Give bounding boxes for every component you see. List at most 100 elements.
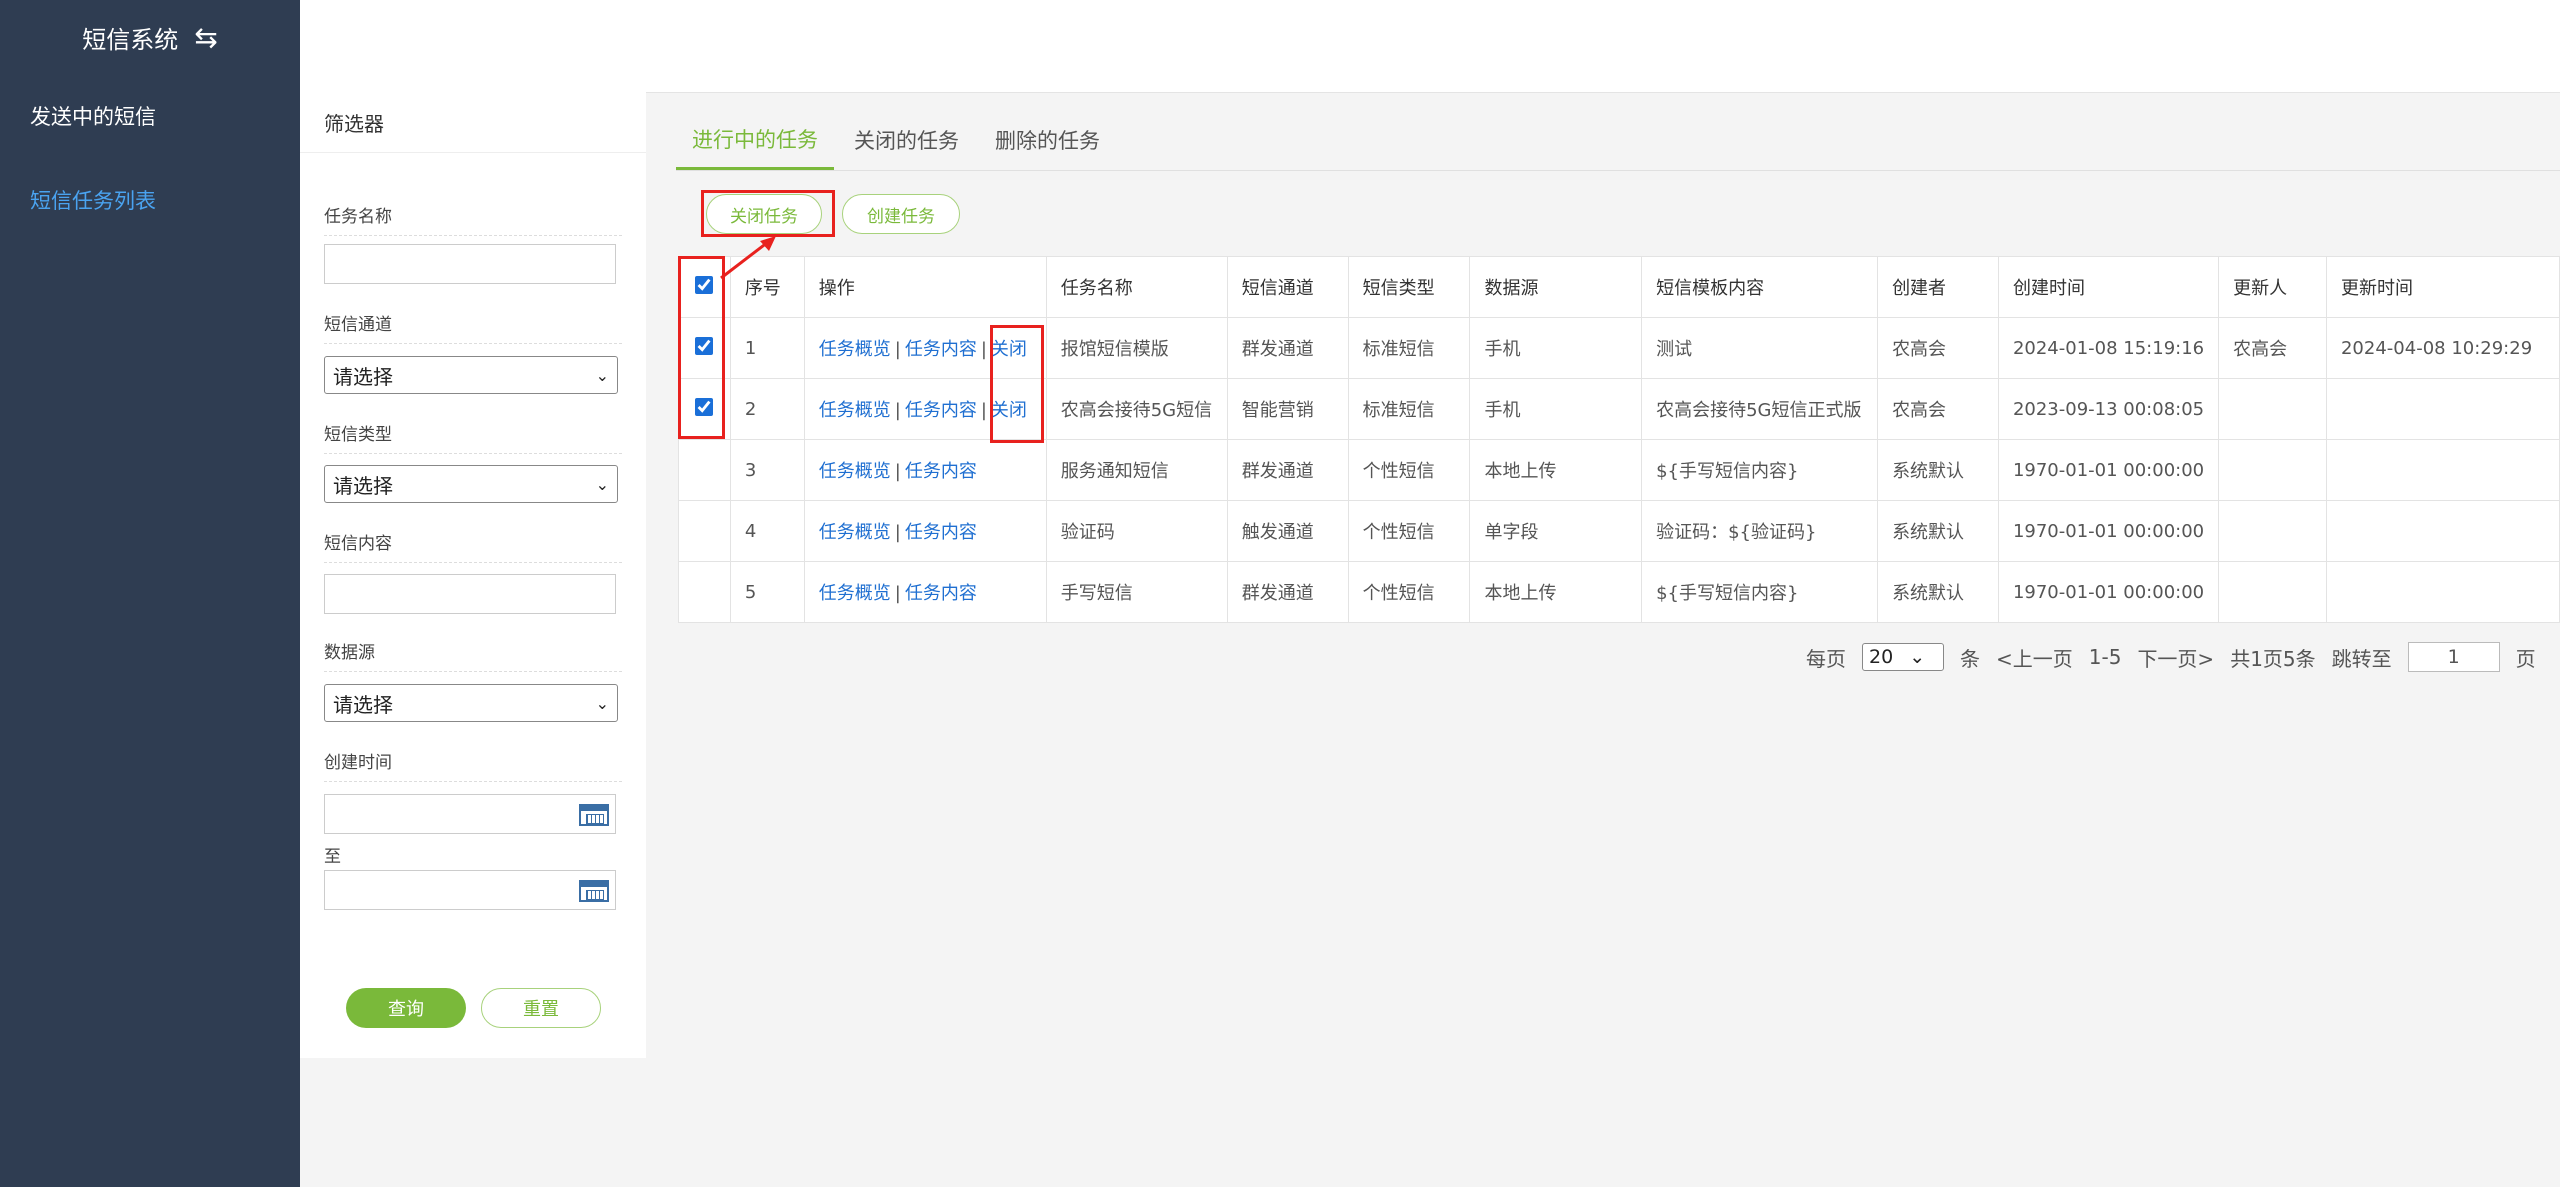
- column-header: 短信类型: [1347, 256, 1471, 318]
- calendar-icon[interactable]: [579, 804, 609, 826]
- source-select-value: 请选择: [333, 692, 393, 717]
- sidebar-item-label: 短信任务列表: [30, 189, 156, 213]
- close-task-button[interactable]: 关闭任务: [706, 194, 822, 234]
- filter-title: 筛选器: [300, 92, 646, 153]
- row-checkbox[interactable]: [695, 397, 714, 416]
- calendar-icon[interactable]: [579, 880, 609, 902]
- cell-name: 手写短信: [1045, 561, 1228, 623]
- source-select[interactable]: 请选择 ⌄: [324, 684, 618, 722]
- task-content-link[interactable]: 任务内容: [905, 400, 977, 421]
- created-end-input[interactable]: [324, 870, 616, 910]
- cell-created: 2024-01-08 15:19:16: [1997, 317, 2220, 379]
- cell-created: 1970-01-01 00:00:00: [1997, 500, 2220, 562]
- cell-channel: 智能营销: [1226, 378, 1349, 440]
- cell-source: 手机: [1469, 378, 1643, 440]
- task-overview-link[interactable]: 任务概览: [819, 522, 891, 543]
- cell-type: 个性短信: [1347, 439, 1471, 501]
- type-select-value: 请选择: [333, 473, 393, 498]
- channel-select-value: 请选择: [333, 364, 393, 389]
- per-page-label: 每页: [1806, 646, 1846, 671]
- query-button[interactable]: 查询: [346, 988, 466, 1028]
- cell-seq: 4: [729, 500, 805, 562]
- row-operations: 任务概览 | 任务内容 | 关闭: [803, 378, 1047, 440]
- per-page-select[interactable]: 20 ⌄: [1862, 643, 1944, 671]
- channel-select[interactable]: 请选择 ⌄: [324, 356, 618, 394]
- create-task-button[interactable]: 创建任务: [842, 194, 960, 234]
- column-header: 短信模板内容: [1641, 256, 1879, 318]
- task-overview-link[interactable]: 任务概览: [819, 339, 891, 360]
- task-name-label: 任务名称: [324, 202, 622, 236]
- cell-created: 1970-01-01 00:00:00: [1997, 561, 2220, 623]
- tab-in-progress[interactable]: 进行中的任务: [676, 110, 834, 170]
- cell-updated: [2325, 439, 2560, 501]
- next-page-link[interactable]: 下一页>: [2137, 643, 2214, 672]
- created-time-label: 创建时间: [324, 748, 622, 782]
- filter-panel: 筛选器 任务名称 短信通道 请选择 ⌄ 短信类型 请选择 ⌄ 短信内容 数据源 …: [300, 92, 646, 1058]
- cell-creator: 农高会: [1877, 317, 1999, 379]
- task-name-input[interactable]: [324, 244, 616, 284]
- separator: |: [894, 583, 901, 604]
- column-header: 更新人: [2218, 256, 2327, 318]
- reset-button[interactable]: 重置: [481, 988, 601, 1028]
- swap-icon[interactable]: ⇆: [194, 21, 217, 54]
- task-content-link[interactable]: 任务内容: [905, 583, 977, 604]
- column-header: 短信通道: [1226, 256, 1349, 318]
- tab-deleted[interactable]: 删除的任务: [979, 110, 1116, 170]
- annotation-arrow: [720, 236, 776, 280]
- cell-type: 标准短信: [1347, 317, 1471, 379]
- task-content-link[interactable]: 任务内容: [905, 339, 977, 360]
- row-select-cell: [678, 500, 731, 562]
- row-operations: 任务概览 | 任务内容: [803, 439, 1047, 501]
- cell-seq: 1: [729, 317, 805, 379]
- cell-created: 1970-01-01 00:00:00: [1997, 439, 2220, 501]
- cell-creator: 农高会: [1877, 378, 1999, 440]
- cell-template: ${手写短信内容}: [1641, 561, 1879, 623]
- row-operations: 任务概览 | 任务内容: [803, 500, 1047, 562]
- table-row: 4 任务概览 | 任务内容 验证码 触发通道 个性短信 单字段 验证码：${验证码} 系统默认 19…: [678, 500, 2560, 562]
- chevron-down-icon: ⌄: [1909, 646, 1926, 668]
- cell-template: ${手写短信内容}: [1641, 439, 1879, 501]
- task-overview-link[interactable]: 任务概览: [819, 461, 891, 482]
- created-start-input[interactable]: [324, 794, 616, 834]
- close-task-link[interactable]: 关闭: [991, 400, 1027, 421]
- cell-source: 本地上传: [1469, 439, 1643, 501]
- page-summary: 共1页5条: [2230, 646, 2316, 671]
- separator: |: [894, 400, 901, 421]
- separator: |: [980, 339, 987, 360]
- row-checkbox[interactable]: [695, 336, 714, 355]
- row-select-cell: [678, 561, 731, 623]
- task-content-link[interactable]: 任务内容: [905, 522, 977, 543]
- cell-source: 单字段: [1469, 500, 1643, 562]
- task-overview-link[interactable]: 任务概览: [819, 400, 891, 421]
- column-header: 操作: [803, 256, 1047, 318]
- cell-name: 验证码: [1045, 500, 1228, 562]
- chevron-down-icon: ⌄: [595, 474, 609, 494]
- task-overview-link[interactable]: 任务概览: [819, 583, 891, 604]
- cell-created: 2023-09-13 00:08:05: [1997, 378, 2220, 440]
- sidebar-item-sending-sms[interactable]: 发送中的短信: [0, 74, 300, 158]
- tab-closed[interactable]: 关闭的任务: [838, 110, 975, 170]
- cell-seq: 2: [729, 378, 805, 440]
- type-select[interactable]: 请选择 ⌄: [324, 465, 618, 503]
- cell-updated: [2325, 500, 2560, 562]
- sidebar-item-sms-task-list[interactable]: 短信任务列表: [0, 158, 300, 242]
- task-content-link[interactable]: 任务内容: [905, 461, 977, 482]
- channel-label: 短信通道: [324, 310, 622, 344]
- row-select-cell: [678, 317, 731, 379]
- cell-seq: 5: [729, 561, 805, 623]
- prev-page-link[interactable]: <上一页: [1996, 643, 2073, 672]
- cell-updater: [2218, 378, 2327, 440]
- jump-page-input[interactable]: 1: [2407, 642, 2500, 672]
- page-unit: 页: [2515, 646, 2536, 671]
- select-all-checkbox[interactable]: [695, 275, 714, 294]
- type-label: 短信类型: [324, 420, 622, 454]
- chevron-down-icon: ⌄: [595, 365, 609, 385]
- brand-title: 短信系统: [82, 25, 179, 54]
- row-select-cell: [678, 378, 731, 440]
- cell-type: 个性短信: [1347, 500, 1471, 562]
- cell-channel: 群发通道: [1226, 317, 1349, 379]
- table-row: 2 任务概览 | 任务内容 | 关闭 农高会接待5G短信 智能营销 标准短信 手机 农高会接待5G短…: [678, 378, 2560, 440]
- cell-channel: 群发通道: [1226, 561, 1349, 623]
- close-task-link[interactable]: 关闭: [991, 339, 1027, 360]
- content-input[interactable]: [324, 574, 616, 614]
